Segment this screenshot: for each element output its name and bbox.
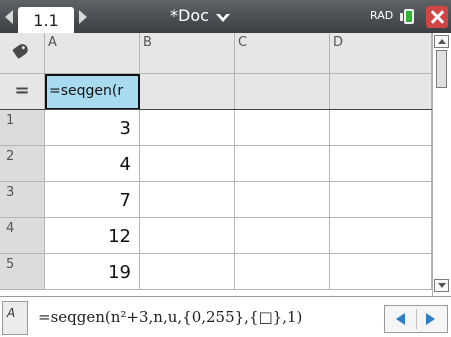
cell-d1[interactable] (330, 110, 432, 146)
cell-c3[interactable] (235, 182, 330, 218)
tag-icon (12, 41, 30, 60)
formula-row-marker: = (0, 74, 45, 110)
cell-b3[interactable] (140, 182, 235, 218)
cell-d3[interactable] (330, 182, 432, 218)
scroll-up-icon[interactable] (434, 35, 449, 48)
cell-a1[interactable]: 3 (45, 110, 140, 146)
vertical-scrollbar[interactable] (432, 33, 451, 296)
formula-cell-a[interactable]: =seqgen(r (45, 74, 140, 110)
table-row: 2 4 (0, 146, 432, 182)
table-row: 4 12 (0, 218, 432, 254)
previous-page-arrow-icon[interactable] (5, 10, 13, 24)
cell-a5[interactable]: 19 (45, 254, 140, 290)
entry-line: A =seqgen(n²+3,n,u,{0,255},{□},1) (0, 296, 451, 337)
row-number[interactable]: 4 (0, 218, 45, 254)
formula-cell-d[interactable] (330, 74, 432, 110)
row-number[interactable]: 5 (0, 254, 45, 290)
cell-a3[interactable]: 7 (45, 182, 140, 218)
angle-mode-label: RAD (370, 9, 394, 22)
document-title[interactable]: *Doc (170, 6, 209, 25)
history-navigation (384, 305, 448, 333)
corner-cell[interactable] (0, 33, 45, 74)
page-tab-label: 1.1 (33, 11, 59, 30)
cell-d4[interactable] (330, 218, 432, 254)
history-forward-arrow-icon[interactable] (426, 313, 435, 325)
column-header-a[interactable]: A (45, 33, 140, 74)
table-row: 3 7 (0, 182, 432, 218)
battery-icon (400, 8, 417, 25)
title-bar: 1.1 *Doc RAD (0, 0, 451, 34)
formula-cell-b[interactable] (140, 74, 235, 110)
column-header-c[interactable]: C (235, 33, 330, 74)
row-number[interactable]: 1 (0, 110, 45, 146)
column-header-b[interactable]: B (140, 33, 235, 74)
scroll-thumb[interactable] (436, 50, 447, 88)
entry-expression[interactable]: =seqgen(n²+3,n,u,{0,255},{□},1) (38, 308, 302, 326)
cell-d5[interactable] (330, 254, 432, 290)
cell-c4[interactable] (235, 218, 330, 254)
next-page-arrow-icon[interactable] (79, 10, 87, 24)
spreadsheet-grid: A B C D = =seqgen(r 1 3 2 4 3 7 4 12 5 1… (0, 33, 432, 296)
page-tab[interactable]: 1.1 (18, 7, 74, 34)
cell-a4[interactable]: 12 (45, 218, 140, 254)
cell-a2[interactable]: 4 (45, 146, 140, 182)
column-header-row: A B C D (0, 33, 432, 74)
entry-cell-reference: A (2, 301, 28, 335)
cell-b4[interactable] (140, 218, 235, 254)
formula-cell-c[interactable] (235, 74, 330, 110)
cell-b2[interactable] (140, 146, 235, 182)
cell-c5[interactable] (235, 254, 330, 290)
cell-d2[interactable] (330, 146, 432, 182)
table-row: 5 19 (0, 254, 432, 290)
column-header-d[interactable]: D (330, 33, 432, 74)
close-document-button[interactable] (426, 6, 448, 28)
formula-row: = =seqgen(r (0, 74, 432, 110)
table-row: 1 3 (0, 110, 432, 146)
row-number[interactable]: 3 (0, 182, 45, 218)
row-number[interactable]: 2 (0, 146, 45, 182)
history-back-arrow-icon[interactable] (396, 313, 405, 325)
document-menu-caret-icon[interactable] (216, 12, 230, 22)
cell-b1[interactable] (140, 110, 235, 146)
scroll-down-icon[interactable] (434, 279, 449, 292)
cell-b5[interactable] (140, 254, 235, 290)
cell-c2[interactable] (235, 146, 330, 182)
cell-c1[interactable] (235, 110, 330, 146)
